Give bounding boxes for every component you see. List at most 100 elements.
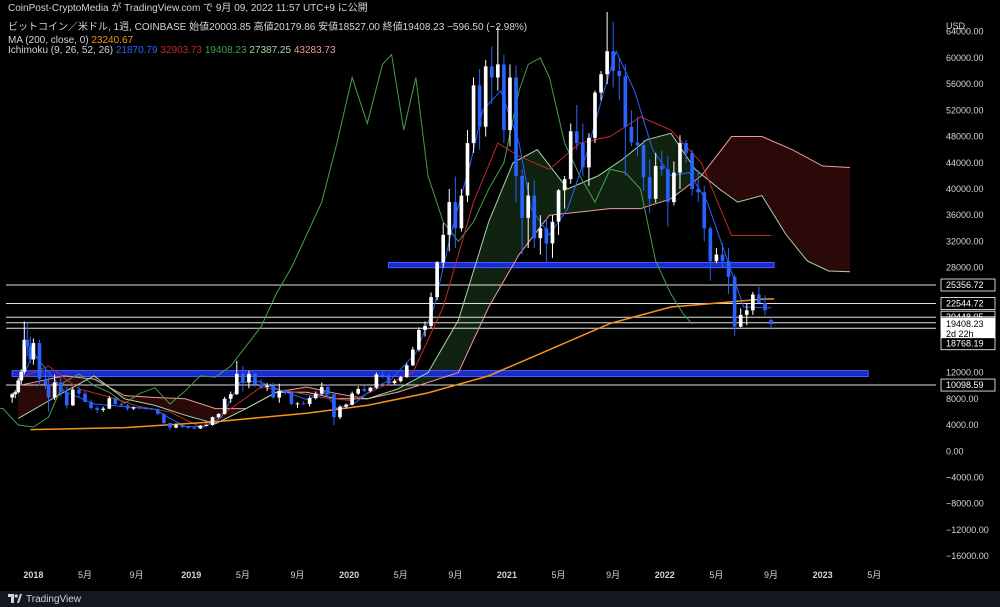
x-tick-label: 5月	[552, 570, 566, 580]
candle-body	[520, 175, 524, 218]
cloud-segment	[755, 136, 759, 198]
candle-body	[672, 172, 676, 203]
price-label-text: 10098.59	[946, 380, 984, 390]
y-tick-label: 28000.00	[946, 263, 984, 273]
cloud-segment	[783, 145, 787, 235]
candle-body	[228, 394, 233, 399]
candle-body	[19, 371, 24, 381]
cloud-segment	[452, 325, 456, 375]
candle-body	[696, 188, 701, 193]
candle-body	[307, 398, 312, 405]
candle-body	[37, 343, 42, 380]
candle-body	[544, 228, 549, 244]
x-tick-label: 2019	[181, 570, 201, 580]
cloud-segment	[185, 398, 189, 417]
cloud-segment	[743, 136, 747, 201]
candle-body	[623, 76, 628, 127]
candle-body	[95, 407, 99, 410]
ichimoku-label: Ichimoku (9, 26, 52, 26)	[8, 45, 114, 56]
candle-body	[58, 382, 63, 393]
cloud-segment	[30, 382, 34, 412]
candle-body	[489, 66, 494, 78]
ichimoku-conversion-value: 21870.79	[115, 45, 158, 56]
cloud-segment	[488, 214, 492, 308]
footer-bar	[0, 591, 1000, 607]
cloud-segment	[628, 152, 632, 209]
candle-body	[31, 343, 36, 360]
y-tick-label: 52000.00	[946, 105, 984, 115]
cloud-segment	[509, 162, 514, 271]
candle-body	[77, 389, 81, 394]
candle-body	[234, 373, 239, 395]
candle-body	[356, 388, 361, 394]
x-tick-label: 2020	[339, 570, 359, 580]
cloud-segment	[191, 400, 195, 418]
candle-body	[271, 385, 276, 398]
candle-body	[338, 406, 342, 418]
cloud-segment	[188, 399, 192, 417]
symbol-line[interactable]: ビットコイン／米ドル, 1週, COINBASE 始値20003.85 高値20…	[8, 22, 527, 34]
candle-body	[180, 425, 184, 427]
price-chart[interactable]: 64000.0060000.0056000.0052000.0048000.00…	[0, 0, 1000, 607]
cloud-segment	[792, 149, 796, 247]
candle-body	[611, 51, 616, 71]
cloud-segment	[594, 175, 599, 211]
cloud-segment	[203, 404, 207, 422]
cloud-segment	[722, 144, 726, 194]
cloud-segment	[777, 143, 781, 226]
candle-body	[392, 381, 397, 384]
candle-body	[690, 152, 694, 189]
cloud-segment	[801, 154, 805, 258]
candle-body	[137, 407, 142, 409]
cloud-segment	[506, 170, 510, 276]
candle-body	[435, 262, 439, 298]
cloud-segment	[21, 384, 25, 417]
candle-body	[168, 423, 172, 428]
y-tick-label: −8000.00	[946, 499, 984, 509]
cloud-segment	[819, 164, 823, 269]
cloud-segment	[24, 383, 28, 415]
candle-body	[332, 394, 336, 418]
candle-body	[350, 393, 354, 405]
candle-body	[107, 398, 112, 409]
cloud-segment	[500, 184, 504, 287]
price-label-text: 25356.72	[946, 280, 984, 290]
y-tick-label: 32000.00	[946, 236, 984, 246]
candle-body	[277, 390, 282, 398]
x-tick-label: 2018	[23, 570, 43, 580]
cloud-segment	[771, 140, 775, 216]
candle-body	[496, 64, 500, 78]
candle-body	[131, 407, 136, 409]
ichimoku-legend[interactable]: Ichimoku (9, 26, 52, 26) 21870.79 32903.…	[8, 45, 336, 57]
cloud-segment	[716, 152, 720, 189]
cloud-segment	[494, 199, 498, 297]
candle-body	[708, 228, 713, 262]
cloud-segment	[479, 241, 483, 327]
cloud-segment	[619, 159, 623, 209]
candle-body	[757, 294, 761, 304]
x-tick-label: 5月	[236, 570, 250, 580]
y-tick-label: 40000.00	[946, 184, 984, 194]
tradingview-logo[interactable]: TradingView	[8, 594, 81, 605]
cloud-segment	[552, 169, 556, 215]
candle-body	[587, 137, 591, 168]
y-tick-label: 56000.00	[946, 79, 984, 89]
cloud-segment	[169, 398, 174, 412]
cloud-segment	[825, 166, 829, 271]
x-tick-label: 9月	[764, 570, 778, 580]
candle-body	[678, 143, 682, 173]
candle-body	[210, 417, 215, 426]
candle-body	[635, 142, 640, 146]
y-tick-label: 12000.00	[946, 368, 984, 378]
cloud-segment	[761, 136, 765, 201]
cloud-segment	[786, 147, 790, 239]
candle-body	[732, 276, 737, 327]
candle-body	[13, 392, 17, 395]
y-tick-label: 48000.00	[946, 132, 984, 142]
y-tick-label: −16000.00	[946, 551, 989, 561]
candle-body	[344, 404, 348, 407]
candle-body	[556, 190, 561, 222]
candle-body	[508, 77, 512, 130]
candle-body	[411, 349, 415, 366]
price-label-text: 22544.72	[946, 298, 984, 308]
